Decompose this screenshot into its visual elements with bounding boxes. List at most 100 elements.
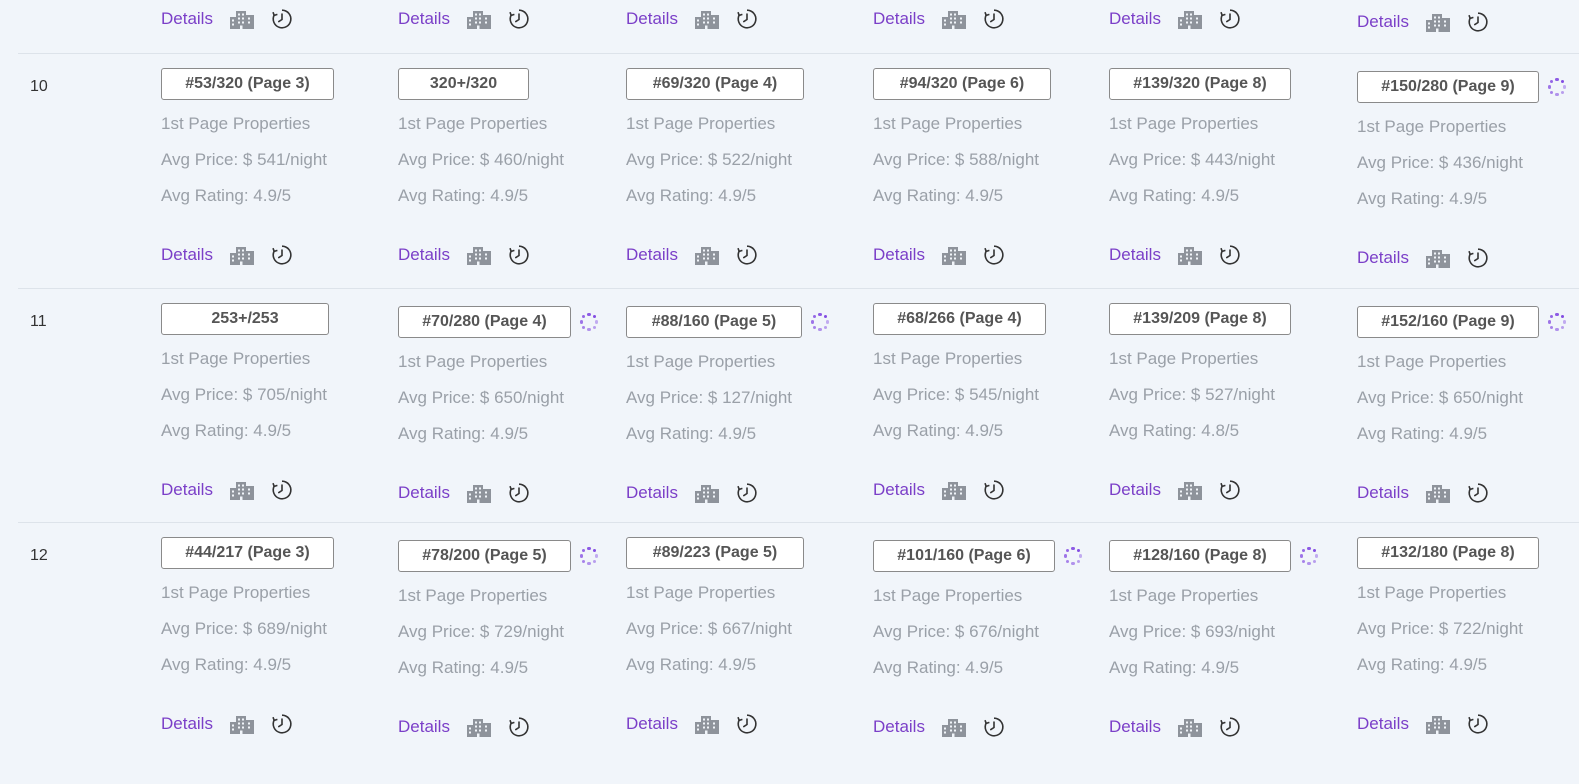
building-icon[interactable] [1177,717,1202,737]
building-icon[interactable] [1177,245,1202,265]
avg-rating: Avg Rating: 4.9/5 [626,186,757,205]
history-clock-icon[interactable] [736,244,758,266]
rank-badge[interactable]: #68/266 (Page 4) [873,303,1046,335]
history-clock-icon[interactable] [271,8,293,30]
details-link[interactable]: Details [626,714,678,734]
building-icon[interactable] [1425,12,1450,32]
rank-badge[interactable]: #44/217 (Page 3) [161,537,334,569]
loading-spinner-icon [579,546,599,566]
building-icon[interactable] [1177,9,1202,29]
details-link[interactable]: Details [161,714,213,734]
details-link[interactable]: Details [398,483,450,503]
rank-badge[interactable]: #94/320 (Page 6) [873,68,1051,100]
history-clock-icon[interactable] [1219,244,1241,266]
details-link[interactable]: Details [873,245,925,265]
details-link[interactable]: Details [161,480,213,500]
history-clock-icon[interactable] [1219,479,1241,501]
building-icon[interactable] [941,717,966,737]
details-link[interactable]: Details [1109,245,1161,265]
rank-badge[interactable]: #139/209 (Page 8) [1109,303,1291,335]
building-icon[interactable] [694,9,719,29]
history-clock-icon[interactable] [271,479,293,501]
building-icon[interactable] [941,245,966,265]
rank-badge-group: #78/200 (Page 5) [398,540,599,572]
building-icon[interactable] [1425,714,1450,734]
details-link[interactable]: Details [398,245,450,265]
history-clock-icon[interactable] [508,482,530,504]
building-icon[interactable] [229,9,254,29]
rank-badge[interactable]: #78/200 (Page 5) [398,540,571,572]
building-icon[interactable] [941,480,966,500]
details-link[interactable]: Details [1357,248,1409,268]
history-clock-icon[interactable] [1467,247,1489,269]
history-clock-icon[interactable] [271,244,293,266]
rank-badge[interactable]: #70/280 (Page 4) [398,306,571,338]
rank-badge[interactable]: 320+/320 [398,68,529,100]
rank-badge[interactable]: #139/320 (Page 8) [1109,68,1291,100]
building-icon[interactable] [466,9,491,29]
details-link[interactable]: Details [161,245,213,265]
history-clock-icon[interactable] [508,8,530,30]
building-icon[interactable] [229,714,254,734]
rank-badge-group: #68/266 (Page 4) [873,303,1046,335]
building-icon[interactable] [694,245,719,265]
history-clock-icon[interactable] [508,244,530,266]
history-clock-icon[interactable] [983,716,1005,738]
building-icon[interactable] [466,245,491,265]
first-page-label: 1st Page Properties [161,114,311,133]
details-link[interactable]: Details [161,9,213,29]
details-link[interactable]: Details [626,9,678,29]
details-link[interactable]: Details [398,9,450,29]
rank-badge[interactable]: #89/223 (Page 5) [626,537,804,569]
rank-badge[interactable]: #128/160 (Page 8) [1109,540,1291,572]
rank-badge[interactable]: #53/320 (Page 3) [161,68,334,100]
rank-badge[interactable]: #132/180 (Page 8) [1357,537,1539,569]
history-clock-icon[interactable] [736,713,758,735]
details-link[interactable]: Details [398,717,450,737]
history-clock-icon[interactable] [1467,482,1489,504]
history-clock-icon[interactable] [736,8,758,30]
rank-badge[interactable]: 253+/253 [161,303,329,335]
history-clock-icon[interactable] [983,244,1005,266]
building-icon[interactable] [694,483,719,503]
rank-badge[interactable]: #69/320 (Page 4) [626,68,804,100]
history-clock-icon[interactable] [508,716,530,738]
history-clock-icon[interactable] [1219,8,1241,30]
rank-badge[interactable]: #88/160 (Page 5) [626,306,802,338]
details-link[interactable]: Details [873,9,925,29]
rank-badge[interactable]: #152/160 (Page 9) [1357,306,1539,338]
details-link[interactable]: Details [1357,483,1409,503]
details-link[interactable]: Details [626,483,678,503]
details-link[interactable]: Details [1357,12,1409,32]
details-link[interactable]: Details [1109,9,1161,29]
avg-price: Avg Price: $ 722/night [1357,619,1524,638]
history-clock-icon[interactable] [271,713,293,735]
cell-actions: Details [161,713,293,735]
history-clock-icon[interactable] [1219,716,1241,738]
history-clock-icon[interactable] [983,8,1005,30]
building-icon[interactable] [1425,483,1450,503]
building-icon[interactable] [229,480,254,500]
building-icon[interactable] [466,483,491,503]
building-icon[interactable] [941,9,966,29]
history-clock-icon[interactable] [736,482,758,504]
rank-badge[interactable]: #150/280 (Page 9) [1357,71,1539,103]
building-icon[interactable] [1425,248,1450,268]
details-link[interactable]: Details [873,717,925,737]
rank-badge-group: 320+/320 [398,68,529,100]
details-link[interactable]: Details [626,245,678,265]
details-link[interactable]: Details [1357,714,1409,734]
building-icon[interactable] [694,714,719,734]
building-icon[interactable] [229,245,254,265]
avg-price: Avg Price: $ 443/night [1109,150,1276,169]
history-clock-icon[interactable] [1467,713,1489,735]
cell-actions: Details [626,713,758,735]
building-icon[interactable] [466,717,491,737]
rank-badge[interactable]: #101/160 (Page 6) [873,540,1055,572]
details-link[interactable]: Details [1109,480,1161,500]
history-clock-icon[interactable] [983,479,1005,501]
building-icon[interactable] [1177,480,1202,500]
details-link[interactable]: Details [1109,717,1161,737]
details-link[interactable]: Details [873,480,925,500]
history-clock-icon[interactable] [1467,11,1489,33]
